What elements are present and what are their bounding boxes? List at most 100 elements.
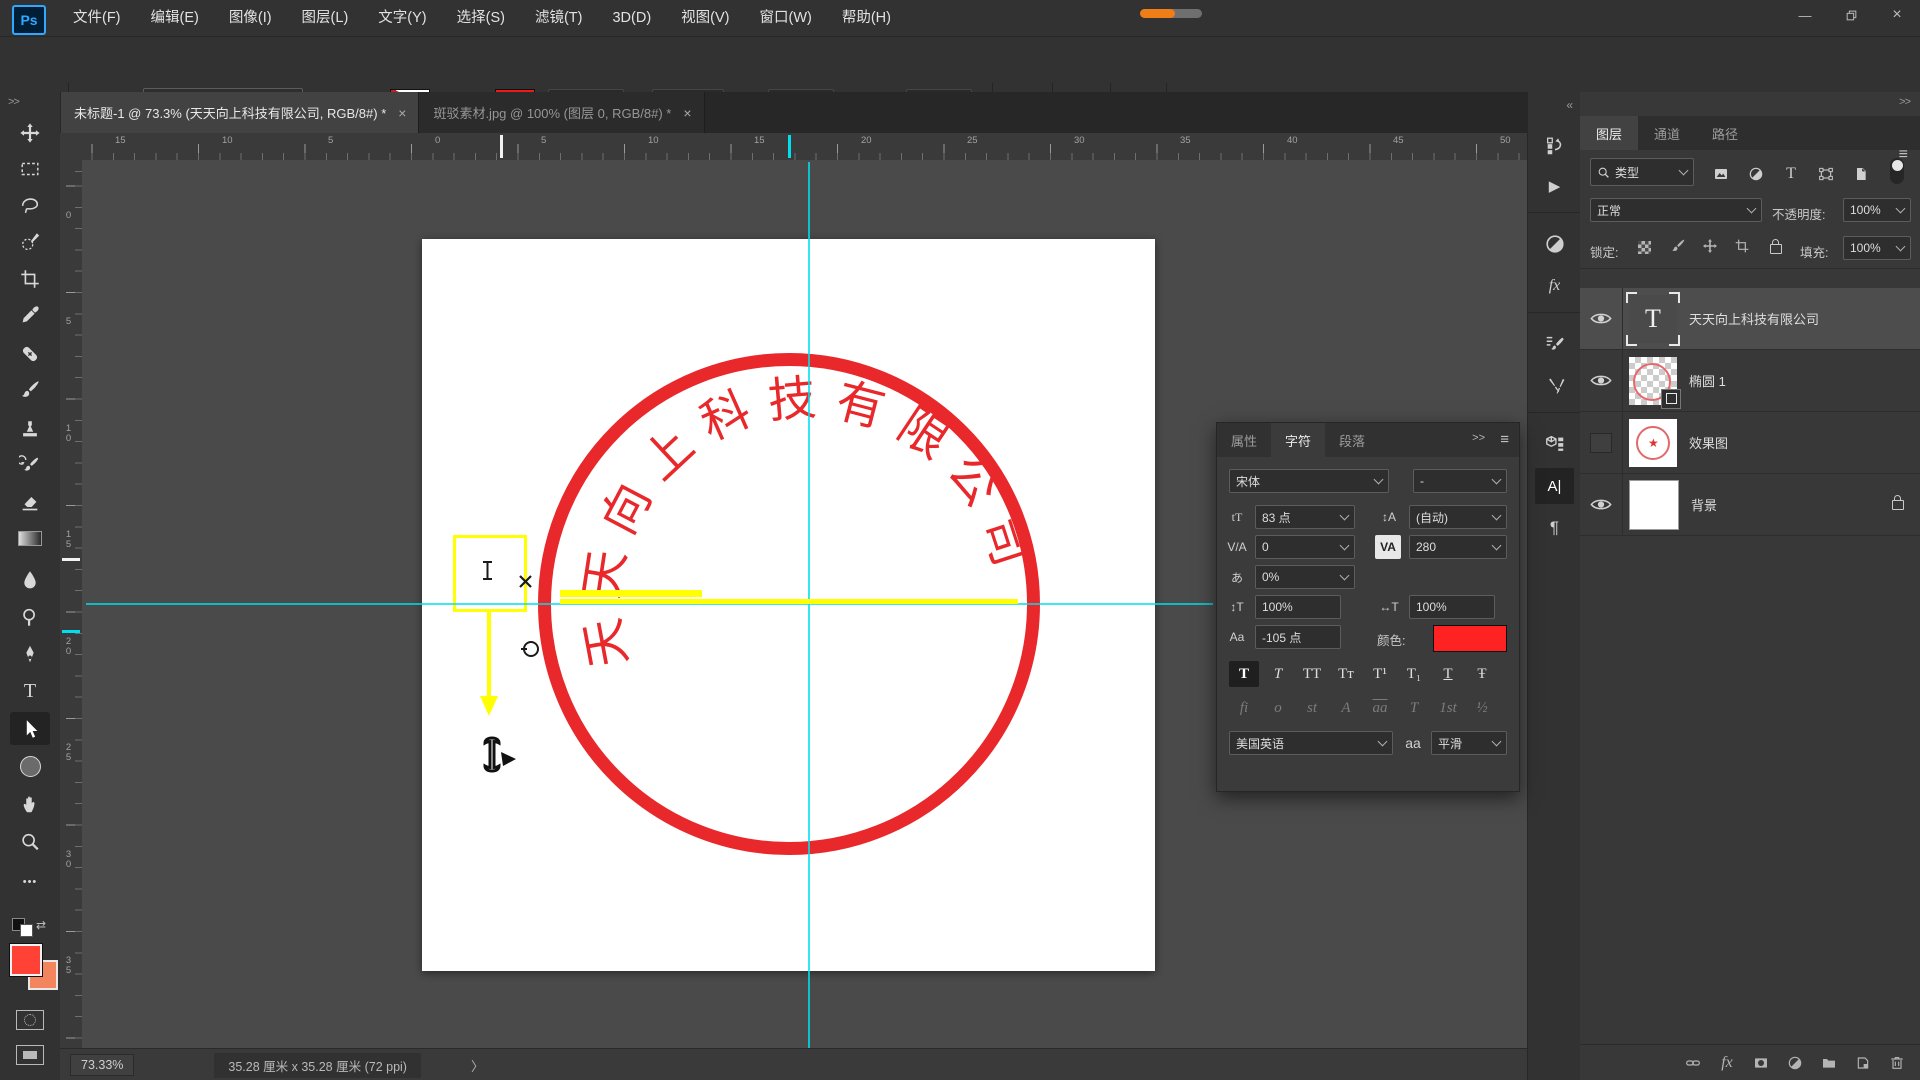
history-panel-icon[interactable]: [1535, 128, 1574, 164]
menu-select[interactable]: 选择(S): [442, 0, 520, 36]
layer-row-ellipse[interactable]: 椭圆 1: [1580, 350, 1920, 412]
new-layer-icon[interactable]: [1848, 1049, 1878, 1077]
tab-banbo-sucai[interactable]: 斑驳素材.jpg @ 100% (图层 0, RGB/8#) * ×: [419, 92, 704, 133]
swash-button[interactable]: o: [1263, 695, 1293, 721]
tracking-field[interactable]: 280: [1409, 535, 1507, 559]
styles-panel-icon[interactable]: fx: [1535, 268, 1574, 304]
layer-name[interactable]: 椭圆 1: [1689, 371, 1726, 390]
titling-alternates-button[interactable]: T: [1399, 695, 1429, 721]
blur-tool[interactable]: [10, 563, 50, 596]
libraries-panel-icon[interactable]: [1535, 426, 1574, 462]
panel-group-collapse-icon[interactable]: >>: [1899, 96, 1910, 108]
lock-transparency-icon[interactable]: [1638, 241, 1651, 254]
tab-close-icon[interactable]: ×: [396, 105, 408, 121]
font-family-dropdown[interactable]: 宋体: [1229, 469, 1389, 493]
actions-panel-icon[interactable]: ▶: [1535, 168, 1574, 204]
horizontal-scale-field[interactable]: 100%: [1409, 595, 1495, 619]
lock-artboard-icon[interactable]: [1734, 238, 1750, 257]
layer-thumbnail[interactable]: [1629, 357, 1677, 405]
strikethrough-button[interactable]: Ŧ: [1467, 661, 1497, 687]
character-panel-icon[interactable]: A|: [1535, 468, 1574, 504]
filter-shape-layers-icon[interactable]: [1813, 160, 1839, 188]
filter-adjustment-layers-icon[interactable]: [1743, 160, 1769, 188]
layer-row-effect[interactable]: ★ 效果图: [1580, 412, 1920, 474]
faux-italic-button[interactable]: T: [1263, 661, 1293, 687]
marquee-tool[interactable]: [10, 152, 50, 185]
ligatures-button[interactable]: fi: [1229, 695, 1259, 721]
opacity-field[interactable]: 100%: [1843, 198, 1911, 222]
filter-toggle-switch[interactable]: [1890, 158, 1904, 184]
vertical-scale-field[interactable]: 100%: [1255, 595, 1341, 619]
visibility-toggle[interactable]: [1580, 474, 1623, 535]
menu-help[interactable]: 帮助(H): [827, 0, 906, 36]
menu-view[interactable]: 视图(V): [666, 0, 744, 36]
eraser-tool[interactable]: [10, 485, 50, 518]
brush-settings-panel-icon[interactable]: [1535, 326, 1574, 362]
brush-tool[interactable]: [10, 373, 50, 406]
proportional-spacing-field[interactable]: 0%: [1255, 565, 1355, 589]
vertical-ruler[interactable]: 0 5 10 15 20 25 30 35: [60, 160, 83, 1048]
ordinals-button[interactable]: 1st: [1433, 695, 1463, 721]
panel-menu-icon[interactable]: ≡: [1500, 431, 1509, 448]
menu-layer[interactable]: 图层(L): [287, 0, 364, 36]
layer-style-fx-icon[interactable]: fx: [1712, 1049, 1742, 1077]
ellipse-shape-tool[interactable]: [10, 750, 50, 783]
tab-channels[interactable]: 通道: [1638, 116, 1696, 150]
layer-row-background[interactable]: 背景: [1580, 474, 1920, 536]
layer-thumbnail[interactable]: ★: [1629, 419, 1677, 467]
fill-opacity-field[interactable]: 100%: [1843, 236, 1911, 260]
layer-thumbnail[interactable]: T: [1629, 295, 1677, 343]
layer-filter-dropdown[interactable]: 类型: [1590, 158, 1694, 186]
photoshop-logo[interactable]: Ps: [12, 5, 46, 35]
menu-window[interactable]: 窗口(W): [745, 0, 827, 36]
tab-layers[interactable]: 图层: [1580, 116, 1638, 150]
panel-expand-icon[interactable]: >>: [1472, 432, 1485, 444]
tab-paths[interactable]: 路径: [1696, 116, 1754, 150]
foreground-color-swatch[interactable]: [10, 944, 42, 976]
pen-tool[interactable]: [10, 638, 50, 671]
new-adjustment-layer-icon[interactable]: [1780, 1049, 1810, 1077]
all-caps-button[interactable]: TT: [1297, 661, 1327, 687]
stylistic-alternates-button[interactable]: A: [1331, 695, 1361, 721]
zoom-tool[interactable]: [10, 825, 50, 858]
status-proxy-chevron-icon[interactable]: 〉: [471, 1056, 484, 1075]
underline-button[interactable]: T: [1433, 661, 1463, 687]
font-size-field[interactable]: 83 点: [1255, 505, 1355, 529]
font-style-dropdown[interactable]: -: [1413, 469, 1507, 493]
filter-type-layers-icon[interactable]: T: [1778, 160, 1804, 188]
crop-tool[interactable]: [10, 262, 50, 295]
faux-bold-button[interactable]: T: [1229, 661, 1259, 687]
filter-pixel-layers-icon[interactable]: [1708, 160, 1734, 188]
menu-image[interactable]: 图像(I): [214, 0, 287, 36]
menu-file[interactable]: 文件(F): [58, 0, 136, 36]
brushes-panel-icon[interactable]: [1535, 368, 1574, 404]
lasso-tool[interactable]: [10, 188, 50, 221]
discretionary-ligatures-button[interactable]: st: [1297, 695, 1327, 721]
fractions-button[interactable]: ½: [1467, 695, 1497, 721]
lock-position-icon[interactable]: [1702, 238, 1718, 257]
horizontal-ruler[interactable]: 15 10 5 0 5 10 15 20 25 30 35 40 45 50: [82, 133, 1527, 161]
path-selection-tool[interactable]: [10, 712, 50, 745]
tab-character[interactable]: 字符: [1271, 423, 1325, 457]
layer-row-text[interactable]: T 天天向上科技有限公司: [1580, 288, 1920, 350]
menu-edit[interactable]: 编辑(E): [136, 0, 214, 36]
healing-brush-tool[interactable]: [10, 337, 50, 370]
lock-all-icon[interactable]: [1770, 239, 1782, 254]
add-layer-mask-icon[interactable]: [1746, 1049, 1776, 1077]
layer-name[interactable]: 天天向上科技有限公司: [1689, 309, 1819, 328]
quick-mask-icon[interactable]: [16, 1010, 44, 1030]
small-caps-button[interactable]: Tᴛ: [1331, 661, 1361, 687]
link-layers-icon[interactable]: [1678, 1049, 1708, 1077]
edit-toolbar-ellipsis-icon[interactable]: •••: [10, 865, 50, 898]
close-button[interactable]: ×: [1874, 0, 1920, 30]
paragraph-panel-icon[interactable]: ¶: [1535, 510, 1574, 546]
gradient-tool[interactable]: [10, 522, 50, 555]
type-tool[interactable]: T: [10, 675, 50, 708]
menu-filter[interactable]: 滤镜(T): [520, 0, 598, 36]
tab-untitled-1[interactable]: 未标题-1 @ 73.3% (天天向上科技有限公司, RGB/8#) * ×: [60, 92, 419, 133]
lock-pixels-icon[interactable]: [1670, 238, 1686, 257]
restore-button[interactable]: [1828, 0, 1874, 30]
zoom-level[interactable]: 73.33%: [70, 1054, 134, 1076]
move-tool[interactable]: [10, 116, 50, 149]
adjustments-panel-icon[interactable]: [1535, 226, 1574, 262]
